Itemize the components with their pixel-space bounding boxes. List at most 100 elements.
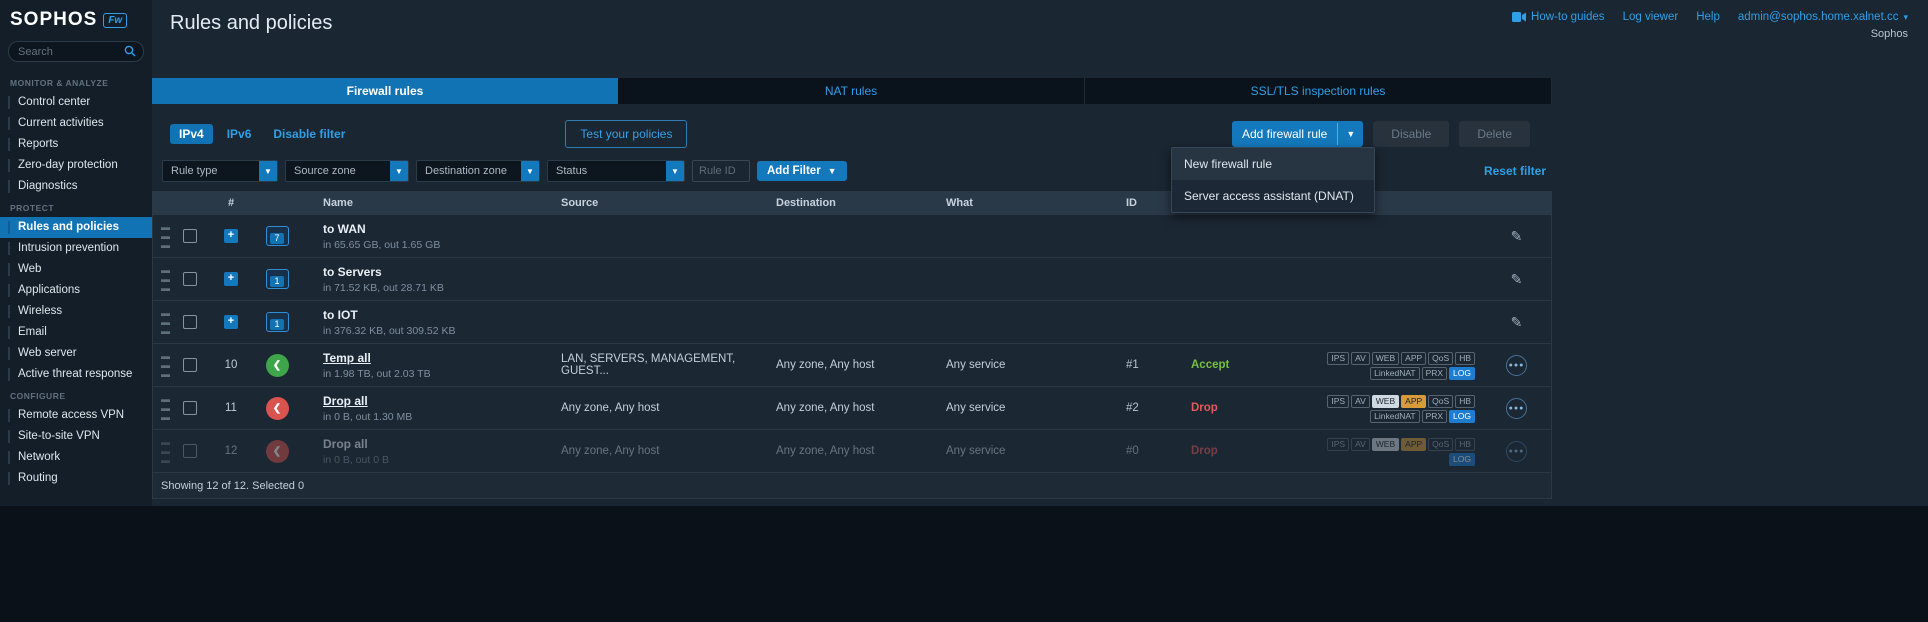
page: SOPHOS Fw MONITOR & ANALYZE Control cent… xyxy=(0,0,1928,506)
badge-hb: HB xyxy=(1455,438,1475,451)
chevron-down-icon[interactable]: ▼ xyxy=(1337,123,1363,145)
fw-badge: Fw xyxy=(103,13,127,28)
tab-firewall-rules[interactable]: Firewall rules xyxy=(152,78,618,104)
traffic-stats: in 65.65 GB, out 1.65 GB xyxy=(323,239,561,251)
traffic-stats: in 376.32 KB, out 309.52 KB xyxy=(323,325,561,337)
sidebar-item-web-server[interactable]: Web server xyxy=(0,343,152,364)
table-row-group-to-iot: ▬▬▬ + 1 to IOT in 376.32 KB, out 309.52 … xyxy=(153,300,1551,343)
sidebar-item-zero-day-protection[interactable]: Zero-day protection xyxy=(0,155,152,176)
delete-button[interactable]: Delete xyxy=(1459,121,1530,147)
badge-ips: IPS xyxy=(1327,352,1349,365)
reset-filter-link[interactable]: Reset filter xyxy=(1484,164,1546,178)
disable-button[interactable]: Disable xyxy=(1373,121,1449,147)
drag-handle-icon[interactable]: ▬▬▬ xyxy=(153,438,177,465)
add-firewall-rule-button[interactable]: Add firewall rule ▼ xyxy=(1232,121,1363,147)
log-viewer-link[interactable]: Log viewer xyxy=(1623,11,1679,23)
chevron-down-icon: ▼ xyxy=(259,161,277,181)
sidebar-item-email[interactable]: Email xyxy=(0,322,152,343)
sidebar-item-diagnostics[interactable]: Diagnostics xyxy=(0,176,152,197)
drag-handle-icon[interactable]: ▬▬▬ xyxy=(153,352,177,379)
badge-av: AV xyxy=(1351,395,1370,408)
rule-name-link[interactable]: Temp all xyxy=(323,351,561,365)
feature-badges: IPSAVWEBAPPQoSHB LinkedNATPRXLOG xyxy=(1286,393,1481,423)
sidebar-item-remote-access-vpn[interactable]: Remote access VPN xyxy=(0,405,152,426)
section-title-configure: CONFIGURE xyxy=(0,385,152,405)
section-title-protect: PROTECT xyxy=(0,197,152,217)
group-icon: 1 xyxy=(266,312,289,332)
rule-number: 12 xyxy=(209,445,253,457)
sidebar-item-routing[interactable]: Routing xyxy=(0,468,152,489)
tab-ssl-tls-inspection-rules[interactable]: SSL/TLS inspection rules xyxy=(1085,78,1552,104)
ipv4-toggle[interactable]: IPv4 xyxy=(170,124,213,144)
test-your-policies-button[interactable]: Test your policies xyxy=(565,120,687,148)
toolbar: IPv4 IPv6 Disable filter Test your polic… xyxy=(170,119,1552,149)
badge-qos: QoS xyxy=(1428,438,1453,451)
help-link[interactable]: Help xyxy=(1696,11,1720,23)
sidebar-item-wireless[interactable]: Wireless xyxy=(0,301,152,322)
row-checkbox[interactable] xyxy=(183,315,197,329)
sidebar-item-web[interactable]: Web xyxy=(0,259,152,280)
sidebar-item-applications[interactable]: Applications xyxy=(0,280,152,301)
disable-filter-link[interactable]: Disable filter xyxy=(273,127,345,141)
search-icon[interactable] xyxy=(124,45,136,57)
sidebar-item-intrusion-prevention[interactable]: Intrusion prevention xyxy=(0,238,152,259)
add-rule-dropdown-menu: New firewall rule Server access assistan… xyxy=(1171,147,1375,213)
edit-pencil-icon[interactable]: ✎ xyxy=(1481,228,1552,245)
sophos-logo: SOPHOS xyxy=(10,9,97,31)
row-checkbox[interactable] xyxy=(183,444,197,458)
rule-type-select[interactable]: Rule type ▼ xyxy=(162,160,278,182)
sidebar-item-control-center[interactable]: Control center xyxy=(0,92,152,113)
ipv6-toggle[interactable]: IPv6 xyxy=(227,127,252,141)
expand-group-icon[interactable]: + xyxy=(224,315,238,329)
rule-name-link[interactable]: Drop all xyxy=(323,394,561,408)
add-filter-button[interactable]: Add Filter ▼ xyxy=(757,161,847,181)
account-menu[interactable]: admin@sophos.home.xalnet.cc ▾ xyxy=(1738,11,1908,23)
col-what: What xyxy=(946,197,1126,209)
table-row-rule-drop-all: ▬▬▬ 11 ❮ Drop all in 0 B, out 1.30 MB An… xyxy=(153,386,1551,429)
rule-id-input[interactable] xyxy=(692,160,750,182)
howto-guides-link[interactable]: How-to guides xyxy=(1512,11,1605,23)
badge-av: AV xyxy=(1351,352,1370,365)
source-zone-select[interactable]: Source zone ▼ xyxy=(285,160,409,182)
main-area: Rules and policies How-to guides Log vie… xyxy=(152,0,1928,506)
expand-group-icon[interactable]: + xyxy=(224,272,238,286)
destination-cell: Any zone, Any host xyxy=(776,359,946,371)
edit-pencil-icon[interactable]: ✎ xyxy=(1481,314,1552,331)
edit-pencil-icon[interactable]: ✎ xyxy=(1481,271,1552,288)
more-actions-icon[interactable]: ●●● xyxy=(1506,398,1527,419)
row-checkbox[interactable] xyxy=(183,401,197,415)
sidebar-item-current-activities[interactable]: Current activities xyxy=(0,113,152,134)
rule-number: 10 xyxy=(209,359,253,371)
menu-item-new-firewall-rule[interactable]: New firewall rule xyxy=(1172,148,1374,180)
drag-handle-icon[interactable]: ▬▬▬ xyxy=(153,395,177,422)
drag-handle-icon[interactable]: ▬▬▬ xyxy=(153,223,177,250)
more-actions-icon[interactable]: ●●● xyxy=(1506,355,1527,376)
tab-nat-rules[interactable]: NAT rules xyxy=(618,78,1085,104)
sidebar-item-site-to-site-vpn[interactable]: Site-to-site VPN xyxy=(0,426,152,447)
menu-item-server-access-assistant[interactable]: Server access assistant (DNAT) xyxy=(1172,180,1374,212)
badge-app: APP xyxy=(1401,395,1426,408)
drag-handle-icon[interactable]: ▬▬▬ xyxy=(153,309,177,336)
sidebar-item-reports[interactable]: Reports xyxy=(0,134,152,155)
action-label: Accept xyxy=(1191,359,1286,371)
id-cell: #1 xyxy=(1126,359,1191,371)
table-row-group-to-servers: ▬▬▬ + 1 to Servers in 71.52 KB, out 28.7… xyxy=(153,257,1551,300)
badge-log: LOG xyxy=(1449,453,1475,466)
row-checkbox[interactable] xyxy=(183,229,197,243)
chevron-down-icon: ▼ xyxy=(666,161,684,181)
row-checkbox[interactable] xyxy=(183,358,197,372)
sidebar-item-active-threat-response[interactable]: Active threat response xyxy=(0,364,152,385)
rule-name[interactable]: Drop all xyxy=(323,437,561,451)
row-checkbox[interactable] xyxy=(183,272,197,286)
group-icon: 1 xyxy=(266,269,289,289)
badge-ips: IPS xyxy=(1327,395,1349,408)
more-actions-icon[interactable]: ●●● xyxy=(1506,441,1527,462)
chevron-down-icon: ▼ xyxy=(828,166,837,176)
destination-zone-select[interactable]: Destination zone ▼ xyxy=(416,160,540,182)
sidebar-item-rules-and-policies[interactable]: Rules and policies xyxy=(0,217,152,238)
expand-group-icon[interactable]: + xyxy=(224,229,238,243)
sidebar-item-network[interactable]: Network xyxy=(0,447,152,468)
drag-handle-icon[interactable]: ▬▬▬ xyxy=(153,266,177,293)
status-select[interactable]: Status ▼ xyxy=(547,160,685,182)
badge-app: APP xyxy=(1401,352,1426,365)
